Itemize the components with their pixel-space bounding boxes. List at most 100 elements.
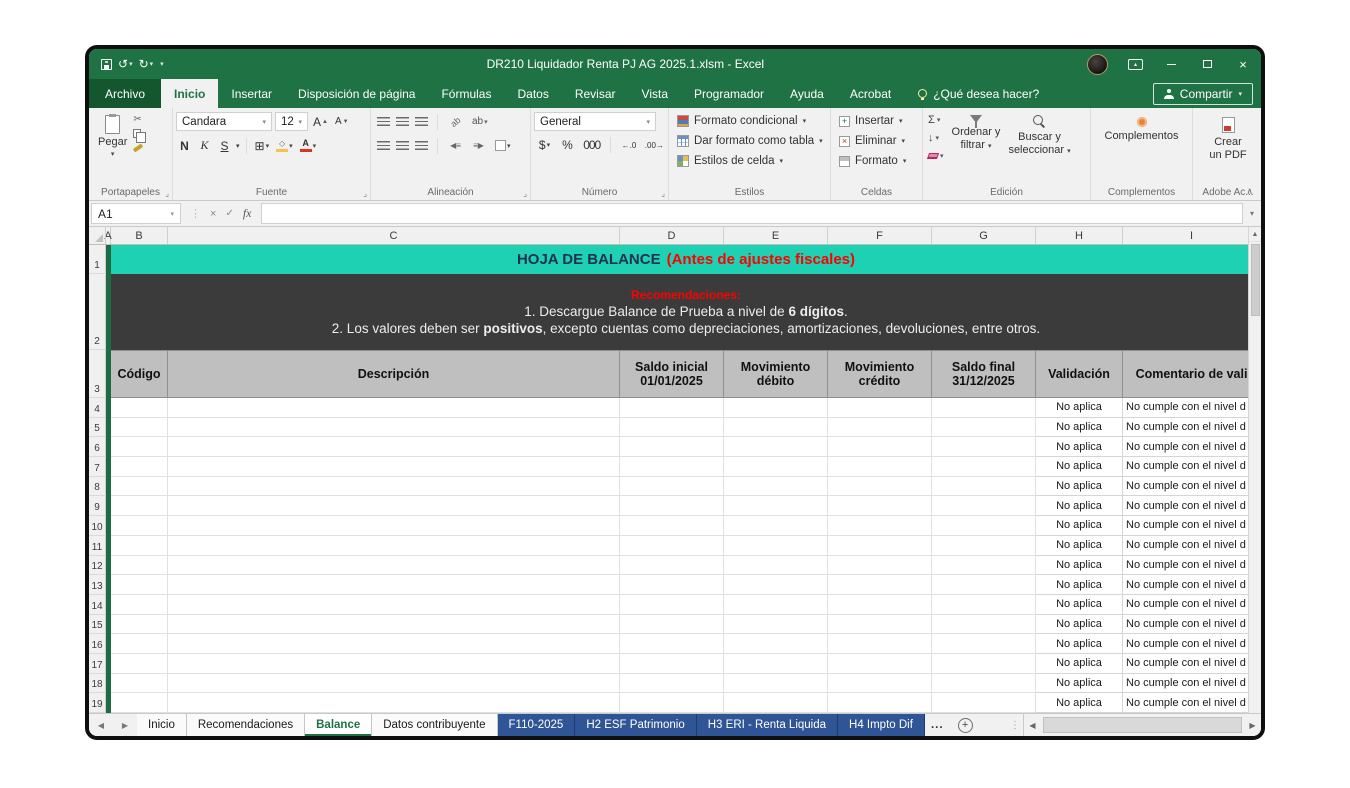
cell[interactable] (168, 693, 620, 713)
cell-validacion[interactable]: No aplica (1036, 417, 1123, 438)
cell-validacion[interactable]: No aplica (1036, 437, 1123, 458)
cell[interactable] (932, 575, 1036, 595)
sheet-nav-right-icon[interactable]: ▶ (113, 714, 137, 736)
cell[interactable] (168, 555, 620, 576)
align-center-icon[interactable] (396, 141, 409, 150)
conditional-formatting-button[interactable]: Formato condicional ▾ (672, 111, 827, 131)
cell[interactable] (168, 516, 620, 536)
cell[interactable] (620, 653, 724, 674)
new-sheet-button[interactable]: + (957, 717, 973, 733)
format-painter-icon[interactable] (133, 142, 144, 153)
column-header-e[interactable]: E (724, 227, 828, 244)
cell[interactable] (724, 457, 828, 477)
cell[interactable] (111, 693, 168, 713)
cell[interactable] (932, 614, 1036, 635)
cell[interactable] (620, 496, 724, 517)
cell-comentario[interactable]: No cumple con el nivel d (1123, 476, 1261, 497)
ribbon-display-options-icon[interactable]: ▴ (1128, 58, 1143, 70)
ribbon-tab-archivo[interactable]: Archivo (89, 79, 162, 108)
close-button[interactable]: × (1225, 49, 1261, 79)
more-sheets[interactable]: ... (925, 714, 950, 736)
cell-comentario[interactable]: No cumple con el nivel d (1123, 398, 1261, 418)
tab-scroll-splitter-icon[interactable]: ⋮ (1007, 714, 1023, 736)
cell[interactable] (828, 535, 932, 556)
cell-validacion[interactable]: No aplica (1036, 476, 1123, 497)
cell-comentario[interactable]: No cumple con el nivel d (1123, 693, 1261, 713)
cell-comentario[interactable]: No cumple con el nivel d (1123, 555, 1261, 576)
delete-cells-button[interactable]: × Eliminar ▾ (834, 131, 919, 151)
cell[interactable] (620, 614, 724, 635)
cell[interactable] (724, 575, 828, 595)
select-all-corner[interactable] (89, 227, 106, 244)
cell[interactable] (828, 555, 932, 576)
font-color-icon[interactable]: A ▾ (298, 137, 319, 155)
addins-button[interactable]: Complementos (1094, 113, 1189, 143)
row-header-2[interactable]: 2 (89, 274, 106, 350)
cell[interactable] (111, 594, 168, 615)
column-header-c[interactable]: C (168, 227, 620, 244)
comma-format-icon[interactable]: 000 (582, 136, 601, 154)
horizontal-scroll-thumb[interactable] (1043, 717, 1242, 733)
cell[interactable] (168, 476, 620, 497)
cell[interactable] (828, 693, 932, 713)
row-header-12[interactable]: 12 (89, 555, 106, 576)
dialog-launcher-icon[interactable]: ⌟ (523, 189, 527, 198)
cell[interactable] (168, 457, 620, 477)
cell[interactable] (724, 476, 828, 497)
ribbon-tab-datos[interactable]: Datos (504, 79, 561, 108)
cell-comentario[interactable]: No cumple con el nivel d (1123, 457, 1261, 477)
cell[interactable] (932, 555, 1036, 576)
cell-validacion[interactable]: No aplica (1036, 398, 1123, 418)
enter-icon[interactable]: ✓ (225, 208, 233, 219)
cell[interactable] (111, 417, 168, 438)
name-box[interactable]: A1 ▾ (91, 203, 181, 224)
column-header-f[interactable]: F (828, 227, 932, 244)
tell-me-box[interactable]: ¿Qué desea hacer? (918, 79, 1039, 108)
cell-comentario[interactable]: No cumple con el nivel d (1123, 496, 1261, 517)
align-right-icon[interactable] (415, 141, 428, 150)
cell[interactable] (620, 457, 724, 477)
cell[interactable] (620, 476, 724, 497)
row-header-16[interactable]: 16 (89, 634, 106, 654)
cell-validacion[interactable]: No aplica (1036, 594, 1123, 615)
cell[interactable] (828, 653, 932, 674)
cell[interactable] (932, 693, 1036, 713)
vertical-scroll-thumb[interactable] (1250, 244, 1260, 316)
merge-center-icon[interactable]: ▾ (493, 137, 513, 155)
row-header-4[interactable]: 4 (89, 398, 106, 418)
cell[interactable] (168, 614, 620, 635)
align-bottom-icon[interactable] (415, 117, 428, 126)
cell[interactable] (828, 398, 932, 418)
cell-validacion[interactable]: No aplica (1036, 693, 1123, 713)
cell[interactable] (620, 417, 724, 438)
cell[interactable] (620, 575, 724, 595)
scroll-right-icon[interactable]: ▶ (1244, 714, 1261, 736)
copy-icon[interactable] (133, 128, 147, 143)
ribbon-tab-acrobat[interactable]: Acrobat (837, 79, 904, 108)
cell[interactable] (620, 516, 724, 536)
row-header-9[interactable]: 9 (89, 496, 106, 517)
cell[interactable] (932, 417, 1036, 438)
autosum-button[interactable]: Σ ▾ (928, 113, 944, 127)
cell[interactable] (111, 575, 168, 595)
cell[interactable] (168, 575, 620, 595)
increase-font-size-button[interactable]: A ▲ (311, 113, 330, 131)
cell[interactable] (724, 653, 828, 674)
cell[interactable] (168, 398, 620, 418)
cell[interactable] (724, 437, 828, 458)
orientation-icon[interactable]: ab (443, 109, 468, 134)
cell[interactable] (620, 673, 724, 694)
cell[interactable] (111, 634, 168, 654)
cell[interactable] (168, 437, 620, 458)
maximize-button[interactable] (1189, 49, 1225, 79)
cell[interactable] (168, 496, 620, 517)
cell[interactable] (168, 653, 620, 674)
cell[interactable] (111, 614, 168, 635)
scroll-left-icon[interactable]: ◀ (1024, 714, 1041, 736)
cell-validacion[interactable]: No aplica (1036, 614, 1123, 635)
cell[interactable] (724, 614, 828, 635)
cell[interactable] (724, 496, 828, 517)
cell-comentario[interactable]: No cumple con el nivel d (1123, 535, 1261, 556)
row-header-19[interactable]: 19 (89, 693, 106, 713)
cell[interactable] (620, 693, 724, 713)
